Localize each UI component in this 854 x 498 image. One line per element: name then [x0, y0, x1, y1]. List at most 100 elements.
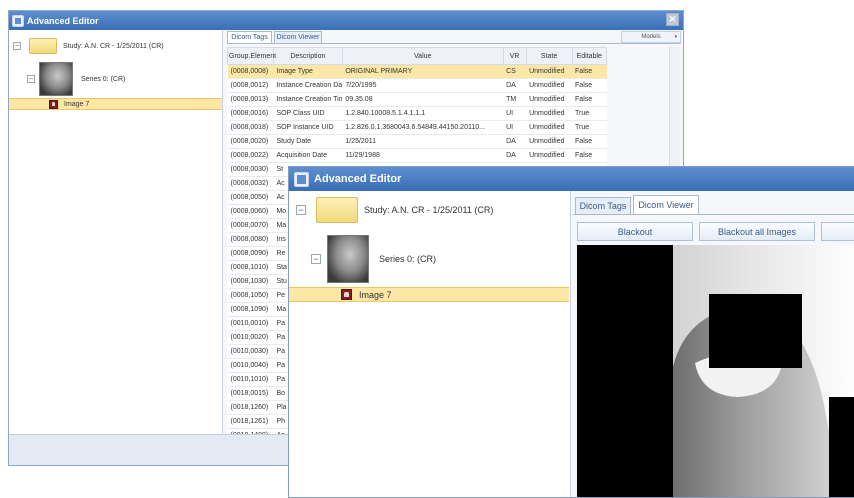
table-cell[interactable]: False [572, 134, 607, 149]
table-cell[interactable]: (0010,0030) [227, 344, 274, 359]
tree-image-node[interactable]: Image 7 [9, 98, 222, 110]
table-cell[interactable]: Unmodified [526, 134, 573, 149]
table-cell[interactable]: (0008,0050) [227, 190, 274, 205]
tree-study-node[interactable]: − Study: A.N. CR - 1/25/2011 (CR) [13, 38, 164, 54]
column-header[interactable]: State [525, 47, 573, 65]
column-header[interactable]: Description [272, 47, 343, 65]
table-cell[interactable]: (0008,0070) [227, 218, 274, 233]
table-cell[interactable]: (0008,0008) [227, 64, 274, 79]
blackout-region[interactable] [577, 245, 673, 498]
blackout-button[interactable]: Blackout [577, 222, 693, 241]
tab-dicom-viewer[interactable]: Dicom Viewer [633, 195, 699, 214]
table-cell[interactable]: (0008,0020) [227, 134, 274, 149]
collapse-icon[interactable]: − [296, 205, 306, 215]
table-cell[interactable]: (0008,0060) [227, 204, 274, 219]
table-cell[interactable]: (0008,0030) [227, 162, 274, 177]
collapse-icon[interactable]: − [311, 254, 321, 264]
column-header[interactable]: Group.Element [227, 47, 276, 65]
table-cell[interactable]: (0018,1261) [227, 414, 274, 429]
table-cell[interactable]: (0010,0010) [227, 316, 274, 331]
table-cell[interactable]: Acquisition Date [273, 148, 343, 163]
table-cell[interactable]: (0018,0015) [227, 386, 274, 401]
table-cell[interactable]: False [572, 92, 607, 107]
tree-study-node[interactable]: − Study: A.N. CR - 1/25/2011 (CR) [296, 197, 493, 223]
collapse-icon[interactable]: − [13, 42, 21, 50]
tree-image-node[interactable]: Image 7 [289, 287, 569, 302]
tab-dicom-tags[interactable]: Dicom Tags [575, 197, 631, 214]
table-cell[interactable]: Unmodified [526, 106, 573, 121]
table-cell[interactable]: (0008,0012) [227, 78, 274, 93]
dicom-image-viewer[interactable] [577, 245, 854, 498]
table-cell[interactable]: (0008,0080) [227, 232, 274, 247]
table-cell[interactable]: DA [503, 134, 527, 149]
table-cell[interactable]: Unmodified [526, 120, 573, 135]
table-cell[interactable]: UI [503, 106, 527, 121]
table-cell[interactable]: SOP Instance UID [273, 120, 343, 135]
table-cell[interactable]: True [572, 120, 607, 135]
table-cell[interactable]: 1/25/2011 [342, 134, 504, 149]
table-cell[interactable]: (0008,0016) [227, 106, 274, 121]
table-cell[interactable]: CS [503, 64, 527, 79]
table-cell[interactable]: DA [503, 78, 527, 93]
table-cell[interactable]: (0010,0020) [227, 330, 274, 345]
column-header[interactable]: VR [502, 47, 527, 65]
table-cell[interactable]: SOP Class UID [273, 106, 343, 121]
app-icon [294, 171, 309, 187]
tree-series-node[interactable]: − Series 0: (CR) [27, 62, 125, 96]
table-cell[interactable]: False [572, 78, 607, 93]
table-cell[interactable]: (0010,1010) [227, 372, 274, 387]
table-cell[interactable]: 1.2.840.10008.5.1.4.1.1.1 [342, 106, 504, 121]
table-row[interactable]: (0008,0012) Instance Creation Date 7/20/19… [227, 78, 607, 93]
blackout-all-images-button[interactable]: Blackout all Images [699, 222, 815, 241]
tab-dicom-viewer[interactable]: Dicom Viewer [274, 31, 322, 43]
table-cell[interactable]: DA [503, 148, 527, 163]
table-cell[interactable]: (0018,1260) [227, 400, 274, 415]
models-dropdown[interactable]: Models ▾ [621, 31, 681, 43]
table-row[interactable]: (0008,0018) SOP Instance UID 1.2.826.0.1.3… [227, 120, 607, 135]
column-header[interactable]: Editable [571, 47, 608, 65]
close-icon[interactable]: ✕ [666, 13, 679, 26]
toolbar-button-partial[interactable] [821, 222, 854, 241]
column-header[interactable]: Value [341, 47, 504, 65]
table-cell[interactable]: TM [503, 92, 527, 107]
table-cell[interactable]: (0008,0022) [227, 148, 274, 163]
table-cell[interactable]: (0008,0013) [227, 92, 274, 107]
table-cell[interactable]: Unmodified [526, 64, 573, 79]
table-cell[interactable]: Instance Creation Time [273, 92, 343, 107]
table-header-row: Group.Element Description Value VR State… [227, 47, 608, 65]
blackout-region[interactable] [709, 294, 802, 368]
table-row[interactable]: (0008,0016) SOP Class UID 1.2.840.10008.5.… [227, 106, 607, 121]
table-row[interactable]: (0008,0008) Image Type ORIGINAL PRIMARY CS U… [227, 64, 607, 79]
table-cell[interactable]: (0008,1050) [227, 288, 274, 303]
table-cell[interactable]: (0008,0090) [227, 246, 274, 261]
blackout-region[interactable] [829, 397, 854, 498]
table-row[interactable]: (0008,0013) Instance Creation Time 09.35.0… [227, 92, 607, 107]
table-cell[interactable]: Study Date [273, 134, 343, 149]
table-cell[interactable]: (0008,1090) [227, 302, 274, 317]
table-cell[interactable]: 1.2.826.0.1.3680043.6.54849.44150.20110.… [342, 120, 504, 135]
table-row[interactable]: (0008,0022) Acquisition Date 11/29/1988 DA U… [227, 148, 607, 163]
table-cell[interactable]: (0008,1030) [227, 274, 274, 289]
table-cell[interactable]: False [572, 64, 607, 79]
table-cell[interactable]: (0008,0032) [227, 176, 274, 191]
table-cell[interactable]: UI [503, 120, 527, 135]
table-cell[interactable]: True [572, 106, 607, 121]
table-row[interactable]: (0008,0020) Study Date 1/25/2011 DA Unmodifi… [227, 134, 607, 149]
table-cell[interactable]: 09.35.08 [342, 92, 504, 107]
table-cell[interactable]: (0008,1010) [227, 260, 274, 275]
collapse-icon[interactable]: − [27, 75, 35, 83]
table-cell[interactable]: Unmodified [526, 78, 573, 93]
table-cell[interactable]: Unmodified [526, 92, 573, 107]
table-cell[interactable]: Unmodified [526, 148, 573, 163]
table-cell[interactable]: ORIGINAL PRIMARY [342, 64, 504, 79]
table-cell[interactable]: (0008,0018) [227, 120, 274, 135]
table-cell[interactable]: 7/20/1995 [342, 78, 504, 93]
table-cell[interactable]: (0010,0040) [227, 358, 274, 373]
table-cell[interactable]: False [572, 148, 607, 163]
table-cell[interactable]: 11/29/1988 [342, 148, 504, 163]
tab-dicom-tags[interactable]: Dicom Tags [227, 31, 272, 43]
table-cell[interactable]: Image Type [273, 64, 343, 79]
folder-icon [316, 197, 358, 223]
tree-series-node[interactable]: − Series 0: (CR) [311, 235, 436, 283]
table-cell[interactable]: Instance Creation Date [273, 78, 343, 93]
